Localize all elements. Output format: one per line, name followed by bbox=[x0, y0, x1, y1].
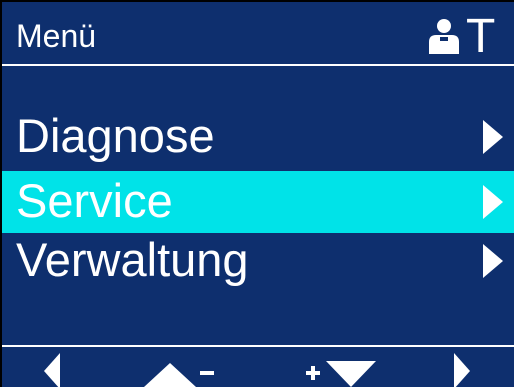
softkey-bar bbox=[2, 345, 514, 387]
menu-item-diagnose[interactable]: Diagnose bbox=[2, 106, 514, 168]
chevron-right-icon bbox=[483, 244, 503, 278]
page-title: Menü bbox=[16, 18, 97, 54]
triangle-right-icon[interactable] bbox=[442, 347, 482, 387]
menu-item-label: Service bbox=[16, 174, 173, 227]
plus-triangle-down-icon[interactable] bbox=[292, 347, 392, 387]
menu-item-label: Verwaltung bbox=[16, 233, 249, 286]
device-screen: Menü T Diagnose Service Verwaltung bbox=[0, 0, 514, 387]
menu-item-label: Diagnose bbox=[16, 109, 215, 162]
menu-item-service[interactable]: Service bbox=[2, 171, 514, 233]
header-bar: Menü T bbox=[2, 2, 514, 66]
user-level-indicator: T bbox=[466, 10, 496, 63]
person-icon bbox=[429, 19, 459, 54]
chevron-right-icon bbox=[483, 185, 503, 219]
triangle-up-minus-icon[interactable] bbox=[132, 347, 232, 387]
menu-item-verwaltung[interactable]: Verwaltung bbox=[2, 230, 514, 292]
chevron-right-icon bbox=[483, 120, 503, 154]
triangle-left-icon[interactable] bbox=[32, 347, 72, 387]
